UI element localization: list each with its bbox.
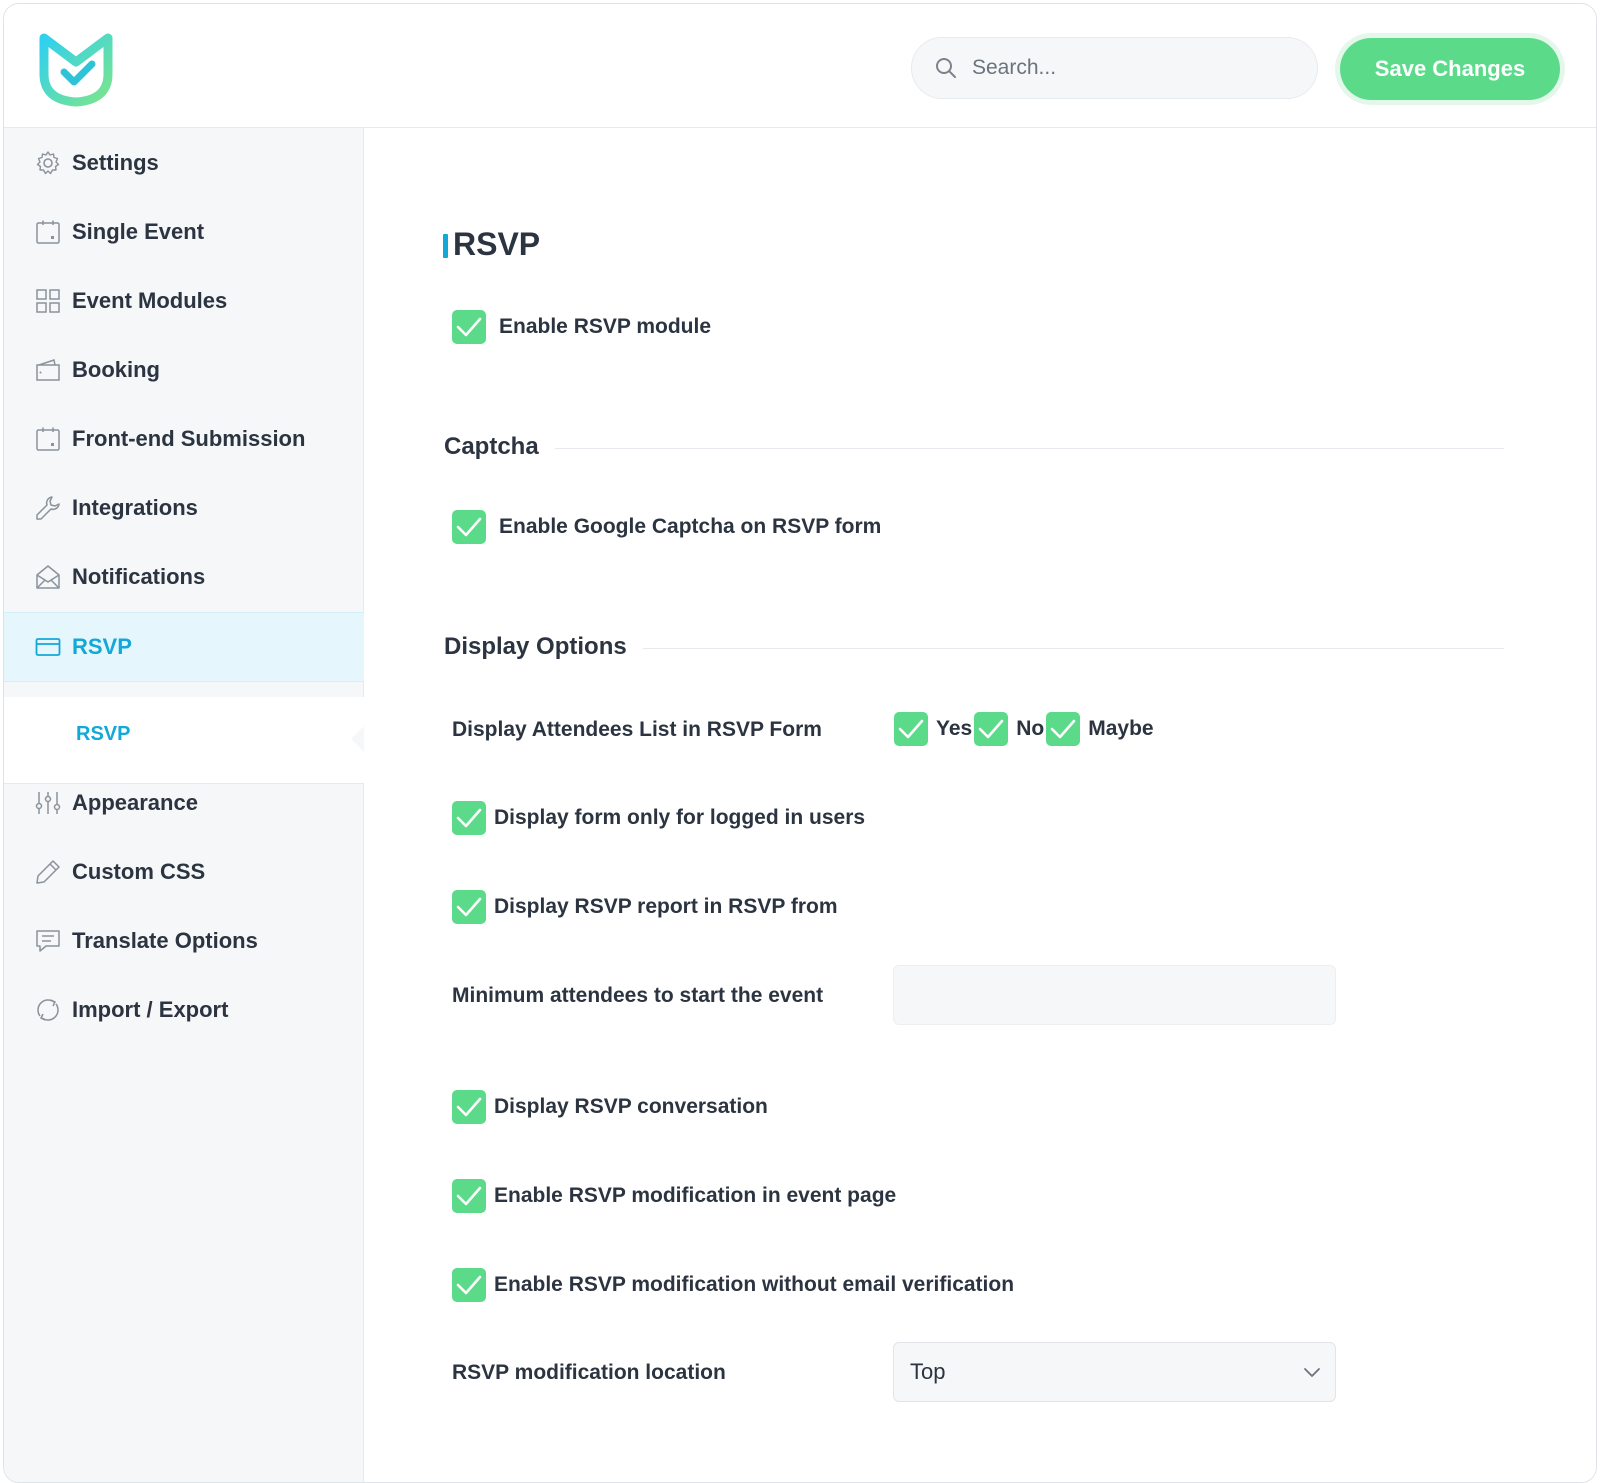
- logged-in-only-checkbox[interactable]: [452, 801, 486, 835]
- sidebar-item-label: Booking: [72, 357, 160, 382]
- enable-rsvp-row: Enable RSVP module: [452, 310, 711, 344]
- attendees-list-options: Yes No Maybe: [894, 712, 1156, 746]
- wallet-icon: [34, 356, 62, 384]
- conversation-row: Display RSVP conversation: [452, 1090, 768, 1124]
- modification-no-email-label: Enable RSVP modification without email v…: [494, 1273, 1015, 1296]
- modification-no-email-row: Enable RSVP modification without email v…: [452, 1268, 1014, 1302]
- calendar-icon: [34, 218, 62, 246]
- app-window: Save Changes Settings Single Event Event…: [3, 3, 1597, 1483]
- modification-no-email-checkbox[interactable]: [452, 1268, 486, 1302]
- modification-location-select[interactable]: Top: [893, 1342, 1336, 1402]
- checkmark-icon: [456, 1275, 482, 1295]
- min-attendees-input[interactable]: [893, 965, 1336, 1025]
- rsvp-report-row: Display RSVP report in RSVP from: [452, 890, 838, 924]
- active-caret: [351, 725, 365, 753]
- header: Save Changes: [4, 4, 1596, 128]
- display-options-section-title: Display Options: [444, 633, 643, 661]
- enable-rsvp-label: Enable RSVP module: [499, 315, 711, 338]
- calendar-icon: [34, 425, 62, 453]
- sidebar-subitem-rsvp[interactable]: RSVP: [76, 723, 130, 746]
- attendees-no-checkbox[interactable]: [974, 712, 1009, 746]
- attendees-no-label: No: [1016, 717, 1045, 740]
- sidebar-item-settings[interactable]: Settings: [4, 128, 364, 198]
- sidebar-item-label: Integrations: [72, 495, 198, 520]
- conversation-label: Display RSVP conversation: [494, 1095, 768, 1118]
- checkmark-icon: [978, 719, 1004, 739]
- save-changes-button[interactable]: Save Changes: [1340, 38, 1560, 100]
- checkmark-icon: [456, 808, 482, 828]
- google-captcha-row: Enable Google Captcha on RSVP form: [452, 510, 881, 544]
- section-divider: [554, 448, 1504, 449]
- sidebar-item-label: Event Modules: [72, 288, 228, 313]
- checkmark-icon: [456, 1097, 482, 1117]
- sidebar-item-single-event[interactable]: Single Event: [4, 197, 364, 267]
- sidebar-item-label: Front-end Submission: [72, 426, 306, 451]
- enable-rsvp-checkbox[interactable]: [452, 310, 486, 344]
- checkmark-icon: [456, 897, 482, 917]
- sidebar-item-booking[interactable]: Booking: [4, 335, 364, 405]
- card-icon: [34, 633, 62, 661]
- gear-icon: [34, 149, 62, 177]
- search-box[interactable]: [911, 37, 1318, 99]
- comment-icon: [34, 927, 62, 955]
- search-icon: [936, 58, 956, 78]
- sliders-icon: [34, 789, 62, 817]
- search-input[interactable]: [972, 56, 1292, 80]
- envelope-icon: [34, 563, 62, 591]
- sidebar-item-label: Single Event: [72, 219, 205, 244]
- main-content: RSVP Enable RSVP module Captcha Enable G…: [364, 128, 1596, 1482]
- checkmark-icon: [1050, 719, 1076, 739]
- sidebar-item-label: Notifications: [72, 564, 206, 589]
- sidebar: Settings Single Event Event Modules Book…: [4, 128, 365, 1482]
- attendees-list-label: Display Attendees List in RSVP Form: [452, 718, 822, 741]
- logged-in-only-row: Display form only for logged in users: [452, 801, 865, 835]
- wrench-icon: [34, 494, 62, 522]
- title-accent-bar: [443, 234, 448, 258]
- checkmark-icon: [456, 317, 482, 337]
- sidebar-item-rsvp[interactable]: RSVP: [4, 612, 364, 682]
- sidebar-item-label: Translate Options: [72, 928, 258, 953]
- attendees-maybe-label: Maybe: [1088, 717, 1154, 740]
- sidebar-item-translate-options[interactable]: Translate Options: [4, 906, 364, 976]
- page-title: RSVP: [453, 226, 541, 262]
- modification-event-page-checkbox[interactable]: [452, 1179, 486, 1213]
- attendees-yes-label: Yes: [936, 717, 973, 740]
- sidebar-item-custom-css[interactable]: Custom CSS: [4, 837, 364, 907]
- checkmark-icon: [898, 719, 924, 739]
- refresh-icon: [34, 996, 62, 1024]
- checkmark-icon: [456, 517, 482, 537]
- sidebar-item-appearance[interactable]: Appearance: [4, 768, 364, 838]
- app-logo: [36, 28, 116, 108]
- sidebar-item-label: Import / Export: [72, 997, 229, 1022]
- min-attendees-label: Minimum attendees to start the event: [452, 984, 824, 1007]
- captcha-section-title: Captcha: [444, 433, 555, 461]
- sidebar-item-front-end-submission[interactable]: Front-end Submission: [4, 404, 364, 474]
- section-divider: [636, 648, 1504, 649]
- modification-location-value: Top: [910, 1359, 946, 1384]
- modification-event-page-label: Enable RSVP modification in event page: [494, 1184, 897, 1207]
- google-captcha-checkbox[interactable]: [452, 510, 486, 544]
- conversation-checkbox[interactable]: [452, 1090, 486, 1124]
- sidebar-item-import-export[interactable]: Import / Export: [4, 975, 364, 1045]
- sidebar-item-label: RSVP: [72, 634, 132, 659]
- rsvp-report-label: Display RSVP report in RSVP from: [494, 895, 838, 918]
- sidebar-item-notifications[interactable]: Notifications: [4, 542, 364, 612]
- chevron-down-icon: [1304, 1368, 1320, 1377]
- modification-event-page-row: Enable RSVP modification in event page: [452, 1179, 896, 1213]
- rsvp-report-checkbox[interactable]: [452, 890, 486, 924]
- sidebar-item-integrations[interactable]: Integrations: [4, 473, 364, 543]
- logged-in-only-label: Display form only for logged in users: [494, 806, 866, 829]
- modification-location-label: RSVP modification location: [452, 1361, 726, 1384]
- grid-icon: [34, 287, 62, 315]
- pencil-icon: [34, 858, 62, 886]
- sidebar-item-label: Custom CSS: [72, 859, 206, 884]
- sidebar-item-label: Appearance: [72, 790, 198, 815]
- attendees-yes-checkbox[interactable]: [894, 712, 928, 746]
- sidebar-item-event-modules[interactable]: Event Modules: [4, 266, 364, 336]
- sidebar-item-label: Settings: [72, 150, 159, 175]
- checkmark-icon: [456, 1186, 482, 1206]
- google-captcha-label: Enable Google Captcha on RSVP form: [499, 515, 882, 538]
- attendees-maybe-checkbox[interactable]: [1046, 712, 1081, 746]
